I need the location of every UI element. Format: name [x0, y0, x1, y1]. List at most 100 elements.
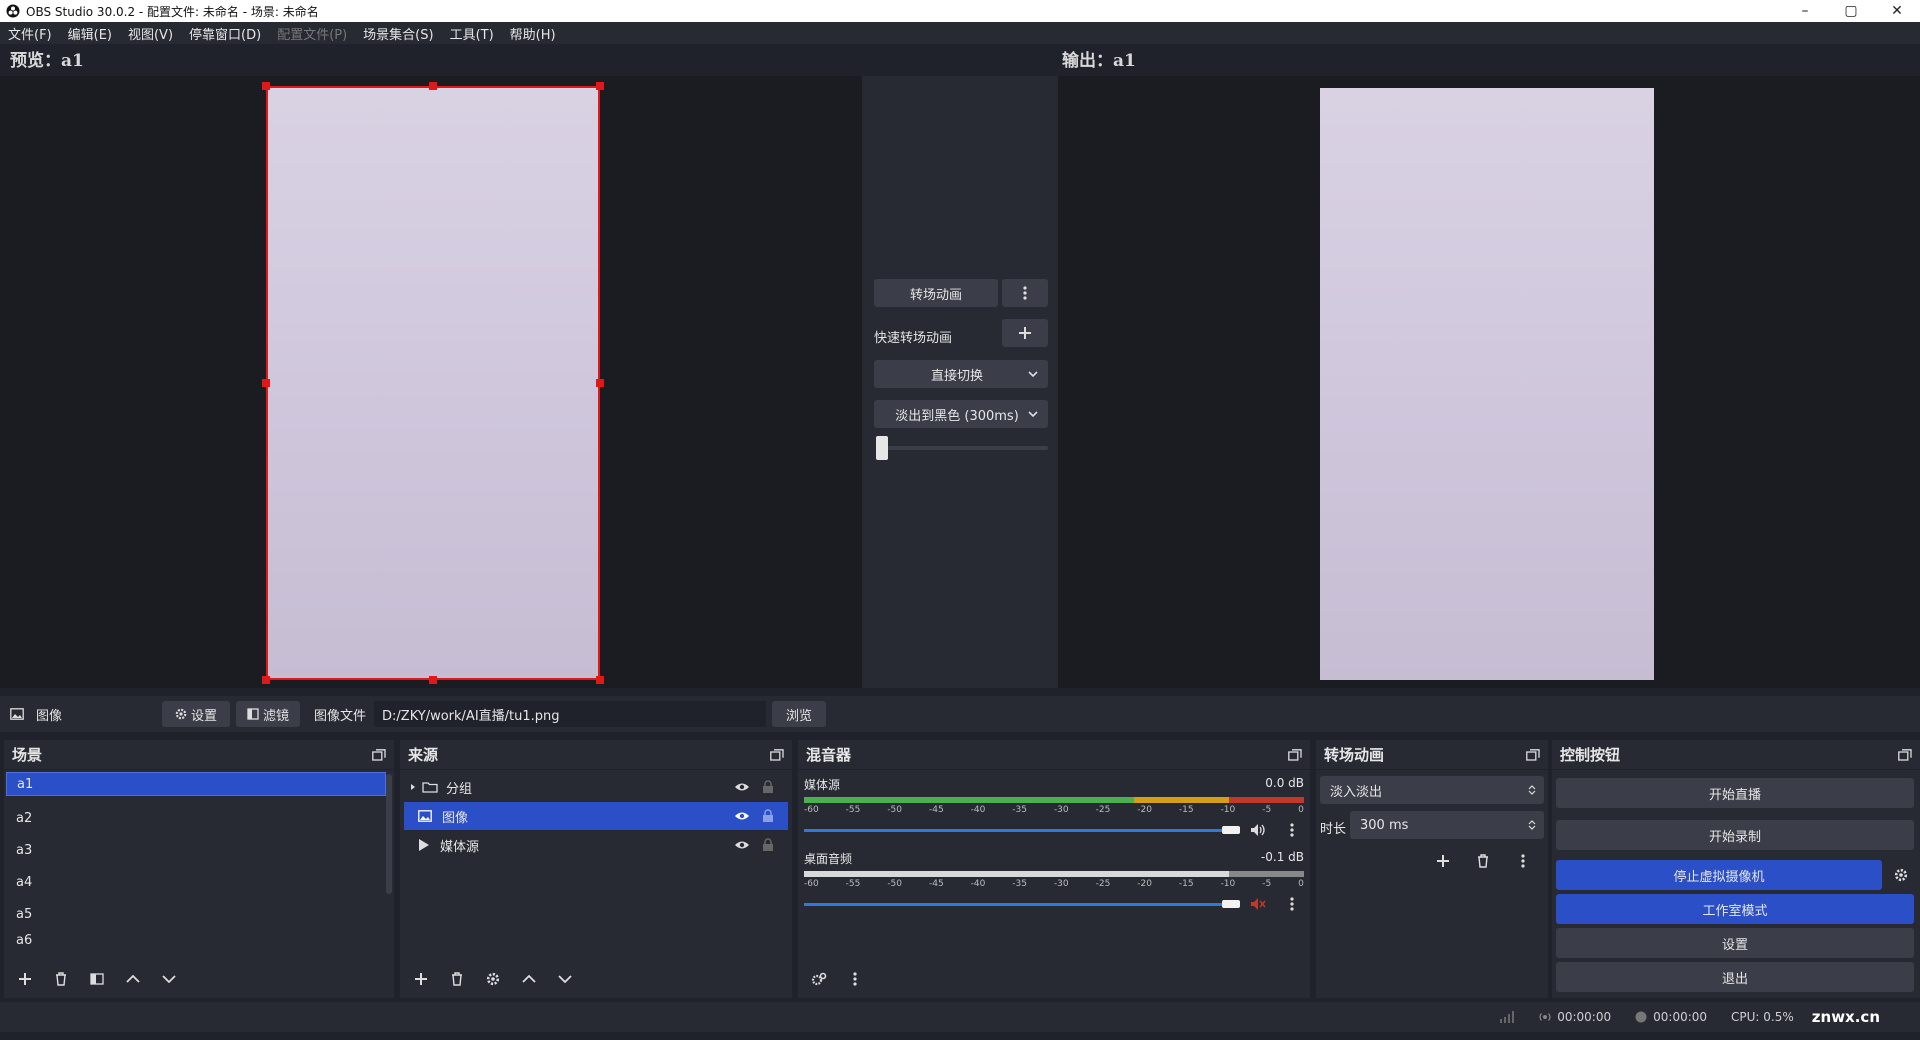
transition-button[interactable]: 转场动画: [874, 279, 998, 307]
menu-tools[interactable]: 工具(T): [442, 24, 502, 43]
resize-handle[interactable]: [429, 82, 437, 90]
scene-transitions-panel: 转场动画 淡入淡出 时长 300 ms: [1316, 740, 1548, 998]
scene-item[interactable]: a3: [6, 834, 386, 866]
undock-icon[interactable]: [1288, 748, 1302, 761]
image-file-label: 图像文件: [314, 708, 367, 724]
menu-edit[interactable]: 编辑(E): [60, 24, 120, 43]
tbar-slider-track[interactable]: [876, 446, 1048, 450]
scenes-scrollbar[interactable]: [386, 774, 392, 894]
selection-box[interactable]: [266, 86, 600, 680]
move-scene-down-button[interactable]: [154, 966, 184, 992]
scene-filters-button[interactable]: [82, 966, 112, 992]
close-button[interactable]: ✕: [1874, 0, 1920, 22]
scene-item[interactable]: a6: [6, 930, 386, 950]
muted-speaker-icon[interactable]: [1250, 897, 1266, 911]
preview-canvas[interactable]: [0, 76, 862, 688]
undock-icon[interactable]: [770, 748, 784, 761]
scene-item[interactable]: a1: [6, 772, 386, 796]
eye-icon[interactable]: [734, 811, 750, 821]
volume-slider-track[interactable]: [804, 902, 1232, 906]
more-vertical-icon[interactable]: [1290, 823, 1294, 837]
cut-transition-dropdown[interactable]: 直接切换: [874, 360, 1048, 388]
source-label: 媒体源: [440, 839, 480, 855]
sources-panel: 来源 分组 图像 媒体源: [400, 740, 792, 998]
source-settings-button[interactable]: 设置: [162, 701, 231, 727]
menu-scene-collection[interactable]: 场景集合(S): [355, 24, 441, 43]
source-item[interactable]: 图像: [404, 802, 788, 830]
add-transition-button[interactable]: [1428, 848, 1458, 874]
volume-slider-handle[interactable]: [1222, 826, 1240, 834]
virtual-camera-settings-button[interactable]: [1888, 860, 1914, 890]
move-scene-up-button[interactable]: [118, 966, 148, 992]
stop-virtual-camera-button[interactable]: 停止虚拟摄像机: [1556, 860, 1882, 890]
menu-file[interactable]: 文件(F): [0, 24, 60, 43]
eye-icon[interactable]: [734, 782, 750, 792]
menu-view[interactable]: 视图(V): [120, 24, 181, 43]
resize-handle[interactable]: [596, 82, 604, 90]
move-source-down-button[interactable]: [550, 966, 580, 992]
move-source-up-button[interactable]: [514, 966, 544, 992]
transition-properties-button[interactable]: [1508, 848, 1538, 874]
resize-handle[interactable]: [262, 82, 270, 90]
up-down-arrows-icon[interactable]: [1528, 819, 1536, 831]
resize-handle[interactable]: [262, 379, 270, 387]
eye-icon[interactable]: [734, 840, 750, 850]
settings-button[interactable]: 设置: [1556, 928, 1914, 958]
speaker-icon[interactable]: [1250, 823, 1266, 837]
add-quick-transition-button[interactable]: [1002, 319, 1048, 347]
transition-menu-button[interactable]: [1002, 279, 1048, 307]
expand-arrow-icon[interactable]: [410, 783, 416, 791]
source-label: 分组: [446, 781, 473, 797]
volume-meter: [804, 797, 1304, 803]
record-time: 00:00:00: [1653, 1010, 1708, 1024]
window-title: OBS Studio 30.0.2 - 配置文件: 未命名 - 场景: 未命名: [26, 4, 319, 19]
remove-source-button[interactable]: [442, 966, 472, 992]
more-vertical-icon[interactable]: [1290, 897, 1294, 911]
scene-item[interactable]: a2: [6, 802, 386, 834]
scene-item[interactable]: a5: [6, 898, 386, 930]
stream-time: 00:00:00: [1557, 1010, 1612, 1024]
menu-profile[interactable]: 配置文件(P): [269, 24, 355, 43]
undock-icon[interactable]: [372, 748, 386, 761]
add-scene-button[interactable]: [10, 966, 40, 992]
maximize-button[interactable]: ▢: [1828, 0, 1874, 22]
up-down-arrows-icon: [1528, 785, 1536, 795]
remove-transition-button[interactable]: [1468, 848, 1498, 874]
source-item[interactable]: 分组: [404, 772, 788, 802]
menu-help[interactable]: 帮助(H): [502, 24, 564, 43]
filter-icon: [247, 708, 259, 720]
lock-icon[interactable]: [762, 809, 774, 823]
mixer-menu-button[interactable]: [840, 966, 870, 992]
source-item[interactable]: 媒体源: [404, 830, 788, 860]
resize-handle[interactable]: [262, 676, 270, 684]
chevron-up-icon: [126, 975, 140, 983]
transition-type-select[interactable]: 淡入淡出: [1320, 776, 1544, 804]
source-filters-button[interactable]: 滤镜: [236, 701, 301, 727]
volume-slider-handle[interactable]: [1222, 900, 1240, 908]
resize-handle[interactable]: [596, 379, 604, 387]
advanced-audio-button[interactable]: [804, 966, 834, 992]
volume-slider-track[interactable]: [804, 828, 1232, 832]
plus-icon: [19, 973, 31, 985]
start-streaming-button[interactable]: 开始直播: [1556, 778, 1914, 808]
browse-button[interactable]: 浏览: [772, 701, 827, 727]
lock-icon[interactable]: [762, 838, 774, 852]
source-properties-button[interactable]: [478, 966, 508, 992]
menu-docks[interactable]: 停靠窗口(D): [181, 24, 269, 43]
add-source-button[interactable]: [406, 966, 436, 992]
resize-handle[interactable]: [429, 676, 437, 684]
minimize-button[interactable]: –: [1782, 0, 1828, 22]
start-recording-button[interactable]: 开始录制: [1556, 820, 1914, 850]
undock-icon[interactable]: [1526, 748, 1540, 761]
exit-button[interactable]: 退出: [1556, 962, 1914, 992]
lock-icon[interactable]: [762, 780, 774, 794]
remove-scene-button[interactable]: [46, 966, 76, 992]
image-file-path-field[interactable]: D:/ZKY/work/AI直播/tu1.png: [374, 701, 767, 727]
scene-item[interactable]: a4: [6, 866, 386, 898]
studio-mode-button[interactable]: 工作室模式: [1556, 894, 1914, 924]
tbar-slider-handle[interactable]: [876, 436, 888, 460]
undock-icon[interactable]: [1898, 748, 1912, 761]
duration-spinbox[interactable]: 300 ms: [1350, 811, 1544, 839]
resize-handle[interactable]: [596, 676, 604, 684]
fade-transition-dropdown[interactable]: 淡出到黑色 (300ms): [874, 400, 1048, 428]
